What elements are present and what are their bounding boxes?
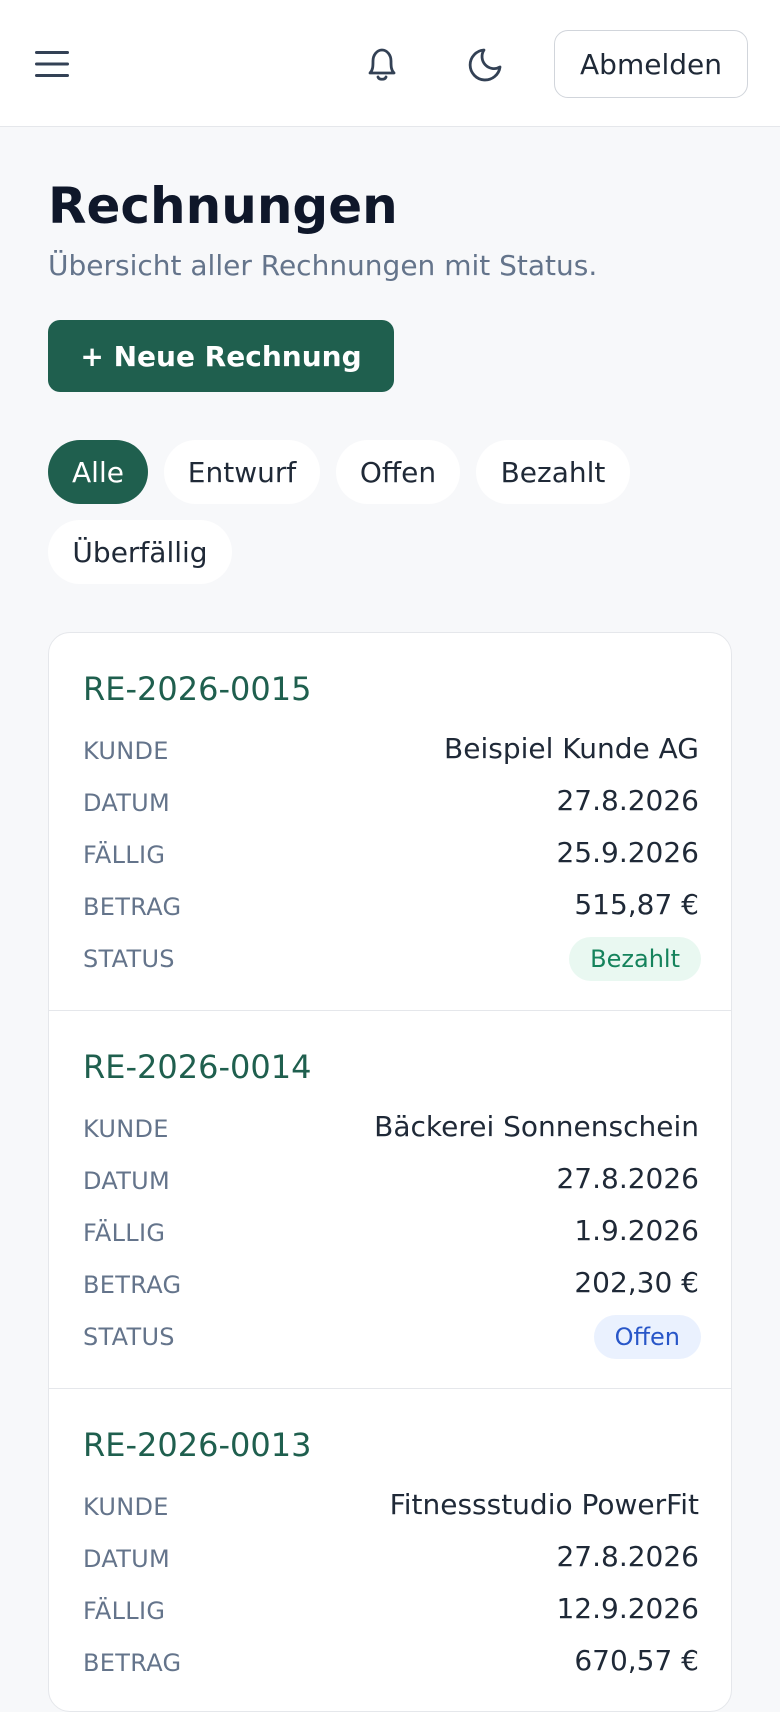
customer-label: KUNDE [83, 1115, 169, 1143]
due-label: FÄLLIG [83, 1597, 166, 1625]
logout-button[interactable]: Abmelden [554, 30, 748, 98]
date-label: DATUM [83, 789, 171, 817]
invoice-number[interactable]: RE-2026-0014 [83, 1047, 311, 1087]
invoice-number[interactable]: RE-2026-0013 [83, 1425, 311, 1465]
date-value: 27.8.2026 [556, 1540, 699, 1573]
page-subtitle: Übersicht aller Rechnungen mit Status. [48, 249, 598, 282]
invoice-item[interactable]: RE-2026-0014 KUNDE Bäckerei Sonnenschein… [49, 1011, 731, 1389]
invoice-item[interactable]: RE-2026-0013 KUNDE Fitnessstudio PowerFi… [49, 1389, 731, 1711]
customer-label: KUNDE [83, 737, 169, 765]
amount-value: 515,87 € [574, 888, 699, 921]
page-title: Rechnungen [48, 177, 398, 235]
filter-chip-bezahlt[interactable]: Bezahlt [476, 440, 630, 504]
hamburger-menu-icon[interactable] [30, 44, 74, 84]
status-badge: Bezahlt [569, 937, 701, 981]
top-bar: Abmelden [0, 0, 780, 127]
due-value: 1.9.2026 [574, 1214, 699, 1247]
amount-value: 202,30 € [574, 1266, 699, 1299]
status-label: STATUS [83, 945, 175, 973]
due-value: 12.9.2026 [556, 1592, 699, 1625]
date-label: DATUM [83, 1545, 171, 1573]
date-value: 27.8.2026 [556, 1162, 699, 1195]
customer-value: Fitnessstudio PowerFit [389, 1488, 699, 1521]
due-value: 25.9.2026 [556, 836, 699, 869]
due-label: FÄLLIG [83, 841, 166, 869]
amount-label: BETRAG [83, 893, 182, 921]
invoice-item[interactable]: RE-2026-0015 KUNDE Beispiel Kunde AG DAT… [49, 633, 731, 1011]
customer-value: Beispiel Kunde AG [444, 732, 699, 765]
invoice-list: RE-2026-0015 KUNDE Beispiel Kunde AG DAT… [48, 632, 732, 1712]
filter-chip-entwurf[interactable]: Entwurf [164, 440, 320, 504]
customer-value: Bäckerei Sonnenschein [374, 1110, 699, 1143]
amount-value: 670,57 € [574, 1644, 699, 1677]
date-label: DATUM [83, 1167, 171, 1195]
bell-icon[interactable] [360, 40, 404, 88]
amount-label: BETRAG [83, 1271, 182, 1299]
status-badge: Offen [593, 1315, 701, 1359]
filter-chip-ueberfaellig[interactable]: Überfällig [48, 520, 232, 584]
due-label: FÄLLIG [83, 1219, 166, 1247]
filter-chip-alle[interactable]: Alle [48, 440, 148, 504]
new-invoice-button[interactable]: + Neue Rechnung [48, 320, 394, 392]
status-label: STATUS [83, 1323, 175, 1351]
customer-label: KUNDE [83, 1493, 169, 1521]
filter-chip-offen[interactable]: Offen [336, 440, 460, 504]
amount-label: BETRAG [83, 1649, 182, 1677]
moon-icon[interactable] [464, 40, 508, 88]
invoice-number[interactable]: RE-2026-0015 [83, 669, 311, 709]
date-value: 27.8.2026 [556, 784, 699, 817]
